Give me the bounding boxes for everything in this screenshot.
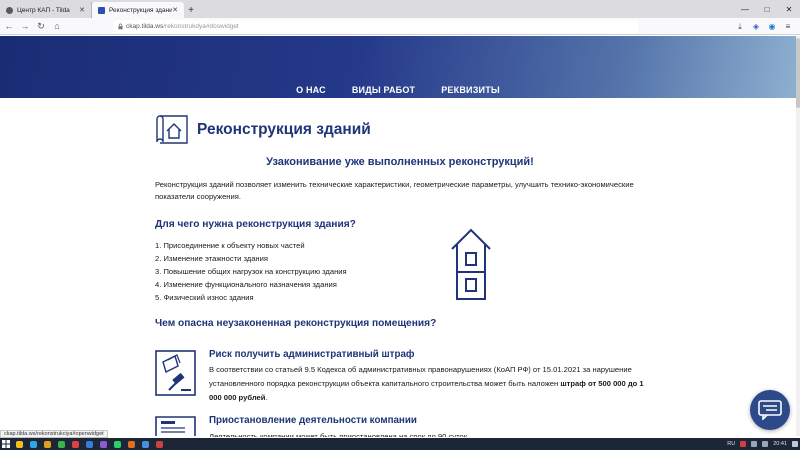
- os-taskbar: RU 20:41: [0, 438, 800, 450]
- taskbar-apps: [12, 438, 166, 450]
- fine-gavel-icon: [155, 350, 196, 396]
- app-glyph-icon: [43, 440, 51, 448]
- intro-paragraph: Реконструкция зданий позволяет изменить …: [155, 180, 634, 201]
- windows-logo-icon: [2, 440, 10, 448]
- danger-heading: Чем опасна неузаконенная реконструкция п…: [155, 318, 437, 329]
- app-glyph-icon: [127, 440, 135, 448]
- nav-link-requisites[interactable]: РЕКВИЗИТЫ: [441, 85, 500, 95]
- site-header-banner: О НАС ВИДЫ РАБОТ РЕКВИЗИТЫ: [0, 36, 796, 98]
- home-button[interactable]: ⌂: [50, 19, 64, 33]
- url-path: /rekonstrukdya#doswidget: [163, 23, 239, 30]
- page-subtitle: Узаконивание уже выполненных реконструкц…: [266, 156, 534, 168]
- taskbar-app-icon[interactable]: [152, 438, 166, 450]
- two-storey-house-icon: [451, 228, 491, 300]
- tab-close-icon[interactable]: ✕: [79, 6, 85, 14]
- app-glyph-icon: [113, 440, 121, 448]
- minimize-button[interactable]: —: [734, 0, 756, 18]
- app-glyph-icon: [15, 440, 23, 448]
- tab-label: Реконструкция зданий: [109, 6, 173, 14]
- why-heading: Для чего нужна реконструкция здания?: [155, 219, 356, 230]
- new-tab-button[interactable]: +: [184, 2, 198, 18]
- page-scrollbar[interactable]: [796, 36, 800, 436]
- browser-toolbar: ← → ↻ ⌂ ckap.tilda.ws/rekonstrukdya#dosw…: [0, 18, 800, 35]
- suspend-title: Приостановление деятельности компании: [209, 415, 417, 426]
- title-row: Реконструкция зданий: [155, 115, 371, 145]
- extensions-icon[interactable]: ◈: [748, 20, 764, 33]
- taskbar-app-icon[interactable]: [110, 438, 124, 450]
- address-bar[interactable]: ckap.tilda.ws/rekonstrukdya#doswidget: [113, 20, 638, 33]
- taskbar-app-icon[interactable]: [124, 438, 138, 450]
- risk-title: Риск получить административный штраф: [209, 349, 415, 360]
- download-icon[interactable]: ⤓: [732, 20, 748, 33]
- reasons-list: 1. Присоединение к объекту новых частей …: [155, 239, 347, 304]
- list-item: 2. Изменение этажности здания: [155, 254, 268, 263]
- url-host: ckap.tilda.ws: [126, 23, 164, 30]
- chat-widget-button[interactable]: [750, 390, 790, 430]
- clock[interactable]: 20:41: [773, 441, 787, 447]
- taskbar-app-icon[interactable]: [12, 438, 26, 450]
- volume-tray-icon[interactable]: [762, 441, 769, 447]
- taskbar-app-icon[interactable]: [26, 438, 40, 450]
- list-item: 5. Физический износ здания: [155, 293, 254, 302]
- app-glyph-icon: [99, 440, 107, 448]
- browser-tab-strip: Центр КАП - Tilda ✕ Реконструкция зданий…: [0, 0, 800, 18]
- lock-icon: [118, 23, 123, 30]
- list-item: 1. Присоединение к объекту новых частей: [155, 241, 305, 250]
- account-icon[interactable]: ◉: [764, 20, 780, 33]
- forward-button[interactable]: →: [18, 19, 32, 33]
- taskbar-app-icon[interactable]: [138, 438, 152, 450]
- close-window-button[interactable]: ✕: [778, 0, 800, 18]
- list-item: 3. Повышение общих нагрузок на конструкц…: [155, 267, 347, 276]
- window-controls: — □ ✕: [734, 0, 800, 18]
- notifications-icon[interactable]: [792, 441, 798, 447]
- tab-close-icon[interactable]: ✕: [172, 6, 178, 14]
- site-favicon-icon: [98, 6, 105, 14]
- scrollbar-thumb[interactable]: [796, 38, 800, 108]
- taskbar-app-icon[interactable]: [96, 438, 110, 450]
- browser-tab-2[interactable]: Реконструкция зданий ✕: [92, 2, 184, 18]
- chat-bubble-icon: [758, 400, 782, 420]
- toolbar-actions: ⤓ ◈ ◉ ≡: [732, 20, 796, 33]
- maximize-button[interactable]: □: [756, 0, 778, 18]
- security-tray-icon[interactable]: [740, 441, 747, 447]
- back-button[interactable]: ←: [2, 19, 16, 33]
- tilda-favicon-icon: [6, 6, 13, 14]
- start-button[interactable]: [0, 438, 12, 450]
- site-nav: О НАС ВИДЫ РАБОТ РЕКВИЗИТЫ: [0, 85, 796, 95]
- tab-label: Центр КАП - Tilda: [17, 6, 70, 14]
- app-glyph-icon: [57, 440, 65, 448]
- suspend-text: Деятельность компании может быть приоста…: [209, 432, 468, 437]
- list-item: 4. Изменение функционального назначения …: [155, 280, 337, 289]
- reload-button[interactable]: ↻: [34, 19, 48, 33]
- menu-icon[interactable]: ≡: [780, 20, 796, 33]
- taskbar-app-icon[interactable]: [54, 438, 68, 450]
- taskbar-app-icon[interactable]: [40, 438, 54, 450]
- browser-tab-1[interactable]: Центр КАП - Tilda ✕: [0, 2, 92, 18]
- system-tray: RU 20:41: [727, 438, 798, 450]
- keyboard-language[interactable]: RU: [727, 441, 735, 447]
- taskbar-app-icon[interactable]: [68, 438, 82, 450]
- app-glyph-icon: [155, 440, 163, 448]
- page-title: Реконструкция зданий: [197, 121, 371, 138]
- taskbar-app-icon[interactable]: [82, 438, 96, 450]
- network-tray-icon[interactable]: [751, 441, 758, 447]
- app-glyph-icon: [29, 440, 37, 448]
- app-glyph-icon: [141, 440, 149, 448]
- risk-text: В соответствии со статьей 9.5 Кодекса об…: [209, 363, 645, 405]
- risk-text-end: .: [265, 393, 268, 402]
- nav-link-works[interactable]: ВИДЫ РАБОТ: [352, 85, 415, 95]
- nav-link-about[interactable]: О НАС: [296, 85, 326, 95]
- suspension-document-icon: [155, 416, 196, 436]
- app-glyph-icon: [85, 440, 93, 448]
- app-glyph-icon: [71, 440, 79, 448]
- status-link-preview: ckap.tilda.ws/rekonstrukciya#openwidget: [0, 430, 108, 438]
- blueprint-house-icon: [156, 115, 188, 144]
